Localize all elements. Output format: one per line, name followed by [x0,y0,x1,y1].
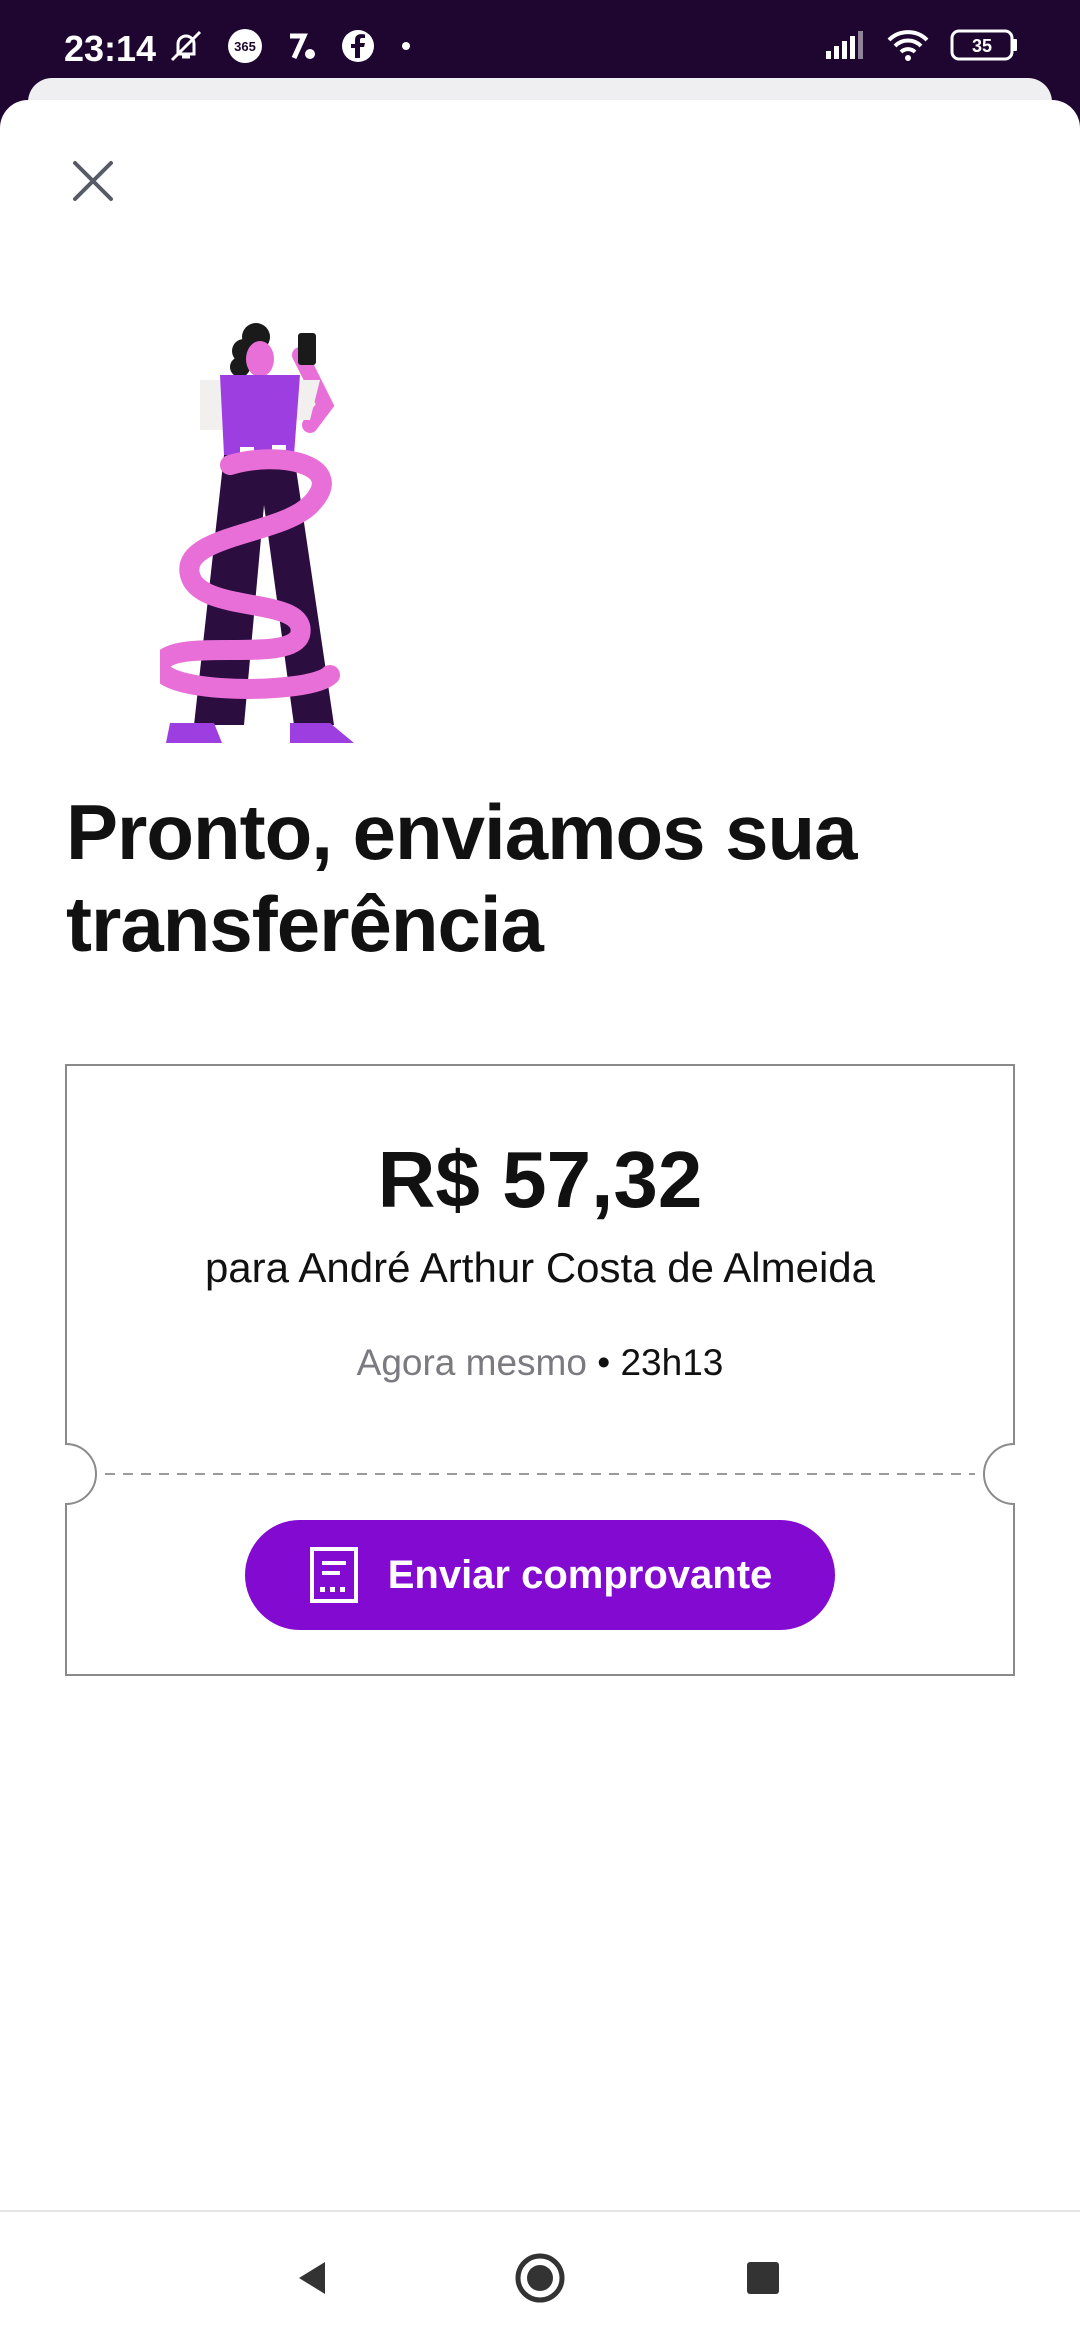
dot-icon [396,36,416,56]
percent-app-icon [284,28,320,64]
send-receipt-label: Enviar comprovante [387,1552,773,1597]
wifi-icon [886,28,930,62]
close-icon [73,161,113,201]
success-illustration [150,315,400,745]
facebook-icon [340,28,376,64]
recipient-name: para André Arthur Costa de Almeida [204,1244,876,1291]
home-icon [515,2253,565,2303]
when-hour: 23h13 [620,1342,724,1383]
close-button[interactable] [62,150,124,212]
notification-icons: 365 [166,26,416,66]
365-app-icon: 365 [226,27,264,65]
nav-back-button[interactable] [283,2248,343,2308]
transfer-amount: R$ 57,32 [377,1135,703,1224]
recents-icon [747,2262,779,2294]
battery-icon: 35 [950,28,1020,62]
status-time: 23:14 [64,28,157,69]
send-receipt-button[interactable]: Enviar comprovante [245,1520,835,1630]
receipt-icon [309,1547,358,1603]
system-icons: 35 [824,28,1020,62]
page-title: Pronto, enviamos sua transferência [66,788,858,968]
when-label: Agora mesmo [356,1342,587,1383]
system-nav-bar [0,2210,1080,2340]
transfer-time: Agora mesmo • 23h13 [0,1342,1080,1384]
nav-recents-button[interactable] [733,2248,793,2308]
muted-bell-icon [166,26,206,66]
when-separator: • [586,1342,621,1383]
back-icon [299,2262,325,2294]
signal-icon [824,29,866,61]
nav-home-button[interactable] [510,2248,570,2308]
svg-text:365: 365 [234,39,256,54]
battery-level: 35 [972,36,992,56]
